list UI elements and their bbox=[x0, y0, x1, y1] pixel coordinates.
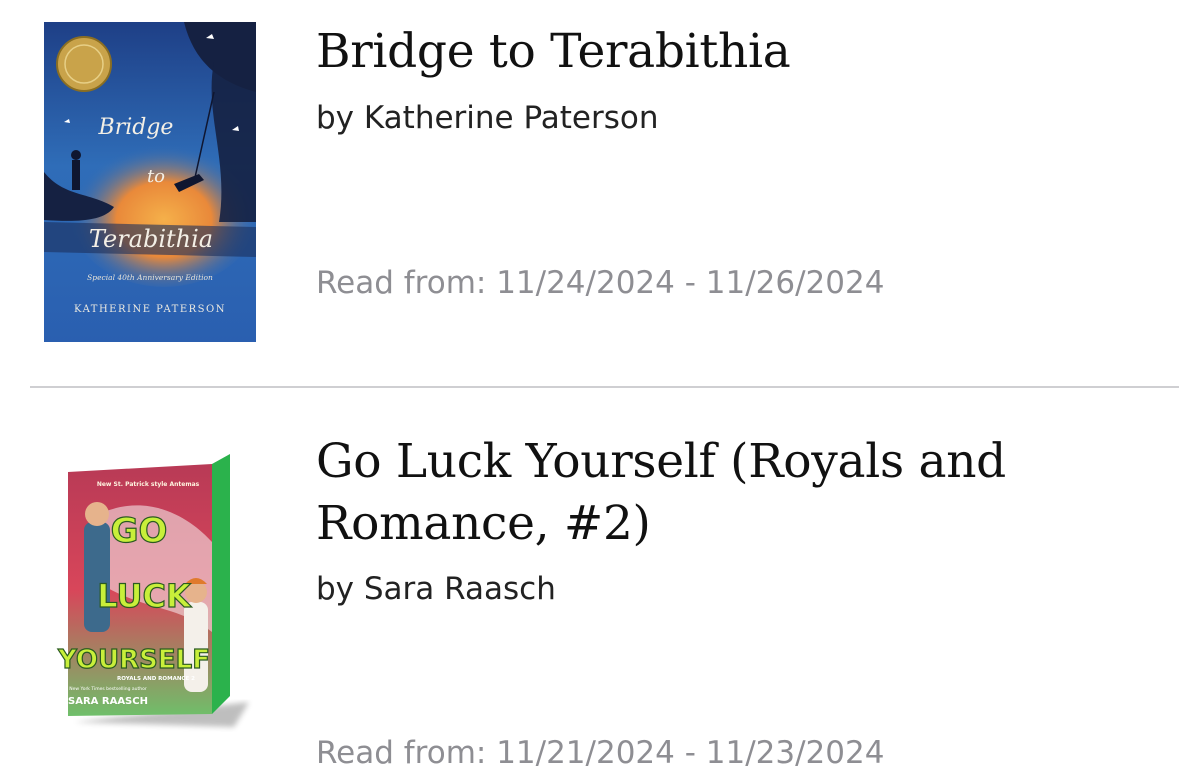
cover-title-line: Terabithia bbox=[89, 225, 213, 253]
cover-byline: New York Times bestselling author bbox=[69, 686, 147, 692]
book-list-item[interactable]: Bridge to Terabithia Special 40th Annive… bbox=[0, 0, 1179, 386]
cover-title-line: Bridge bbox=[98, 115, 174, 140]
book-title-line-1[interactable]: Go Luck Yourself (Royals and bbox=[316, 430, 1006, 494]
book-title[interactable]: Bridge to Terabithia bbox=[316, 20, 791, 84]
book-list-item[interactable]: New St. Patrick style Antemas GO LUCK YO… bbox=[0, 388, 1179, 779]
book-author: by Sara Raasch bbox=[316, 571, 556, 607]
cover-title-line: LUCK bbox=[97, 577, 192, 615]
cover-edition: Special 40th Anniversary Edition bbox=[87, 273, 213, 282]
cover-tagline: New St. Patrick style Antemas bbox=[97, 481, 200, 488]
cover-author: KATHERINE PATERSON bbox=[74, 304, 226, 315]
cover-title-line: GO bbox=[111, 511, 168, 551]
book-title-line-2[interactable]: Romance, #2) bbox=[316, 492, 651, 556]
cover-author: SARA RAASCH bbox=[68, 696, 148, 707]
cover-title-line: YOURSELF bbox=[57, 645, 210, 675]
cover-title-line: to bbox=[147, 166, 165, 187]
cover-series: ROYALS AND ROMANCE 2 bbox=[117, 676, 195, 682]
read-dates: Read from: 11/21/2024 - 11/23/2024 bbox=[316, 735, 885, 771]
book-cover[interactable]: New St. Patrick style Antemas GO LUCK YO… bbox=[44, 452, 254, 732]
book-cover[interactable]: Bridge to Terabithia Special 40th Annive… bbox=[44, 22, 256, 342]
read-dates: Read from: 11/24/2024 - 11/26/2024 bbox=[316, 265, 885, 301]
book-author: by Katherine Paterson bbox=[316, 100, 659, 136]
